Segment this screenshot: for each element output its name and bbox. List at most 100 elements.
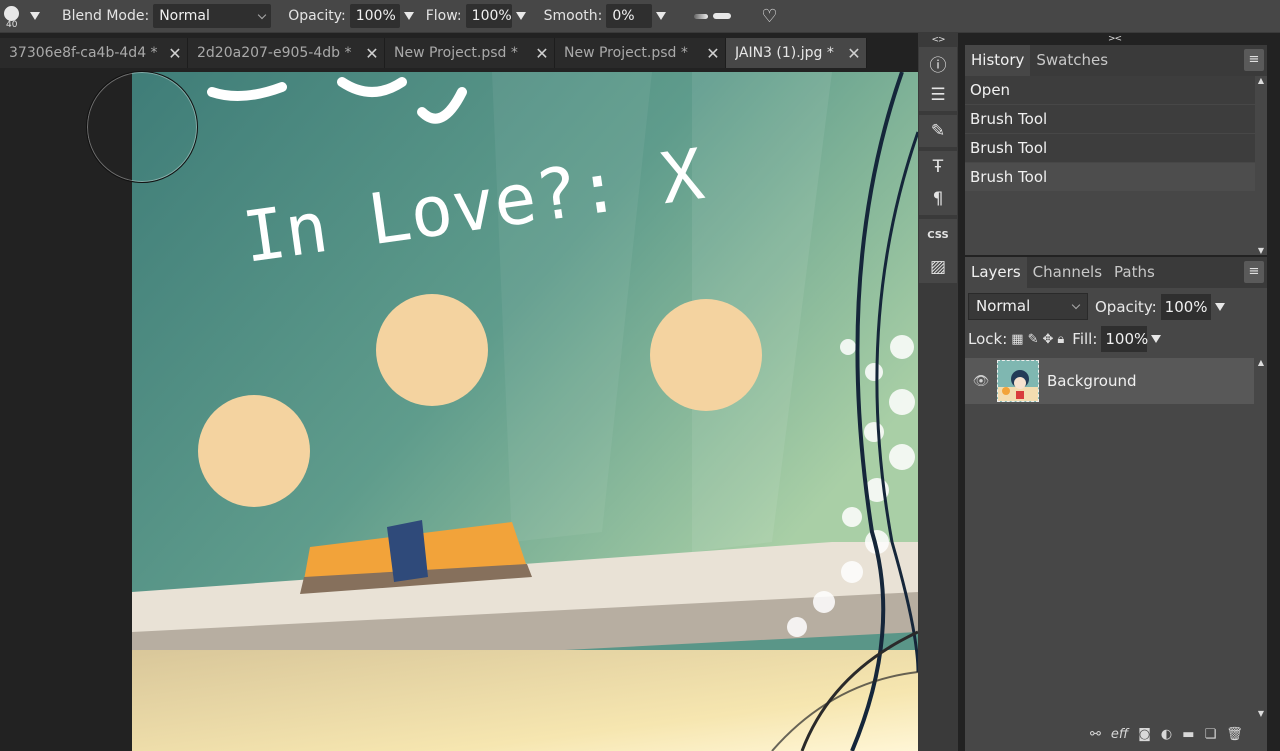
tab-label: New Project.psd * <box>394 45 518 61</box>
opacity-dropdown-icon[interactable] <box>403 12 414 20</box>
fill-label: Fill: <box>1072 330 1098 348</box>
fill-input[interactable]: 100% <box>1101 326 1148 352</box>
tab-label: JAIN3 (1).jpg * <box>735 45 834 61</box>
tab-label: 2d20a207-e905-4db * <box>197 45 352 61</box>
flow-dropdown-icon[interactable] <box>515 12 526 20</box>
scroll-up-icon[interactable]: ▲ <box>1255 358 1267 367</box>
collapse-toggle[interactable]: <> <box>918 33 958 47</box>
history-scrollbar[interactable]: ▲ ▼ <box>1255 76 1267 255</box>
history-item[interactable]: Open <box>965 76 1255 104</box>
fill-dropdown-icon[interactable] <box>1151 335 1162 343</box>
layer-lock-row: Lock: ▦ ✎ ✥ 🔒︎ Fill: 100% <box>968 326 1162 352</box>
smooth-input[interactable]: 0% <box>606 4 653 28</box>
heart-icon[interactable]: ♡ <box>761 6 777 27</box>
character-icon[interactable]: Ŧ <box>919 151 957 183</box>
paragraph-icon[interactable]: ¶ <box>919 183 957 215</box>
history-item[interactable]: Brush Tool <box>965 134 1255 162</box>
layer-blend-mode-select[interactable]: Normal <box>968 293 1088 320</box>
flow-input[interactable]: 100% <box>465 4 512 28</box>
brush-size-value: 40 <box>6 20 18 30</box>
peach-dot <box>198 395 310 507</box>
brush-settings-icon[interactable]: ✎ <box>919 115 957 147</box>
layers-scrollbar[interactable]: ▲ ▼ <box>1255 358 1267 718</box>
toolstrip-group-1: ⓘ ☰ <box>919 47 957 111</box>
document-tabs: 37306e8f-ca4b-4d4 * ✕ 2d20a207-e905-4db … <box>0 38 867 68</box>
brush-preset-picker[interactable]: 40 <box>2 1 26 31</box>
layers-panel-tabs: Layers Channels Paths <box>965 257 1267 288</box>
lock-label: Lock: <box>968 330 1008 348</box>
app-window: 40 Blend Mode: Normal Opacity: 100% Flow… <box>0 0 1280 751</box>
link-layers-icon[interactable]: ⚯ <box>1090 727 1101 742</box>
layer-opacity-input[interactable]: 100% <box>1160 293 1211 320</box>
tab-document-active[interactable]: JAIN3 (1).jpg * ✕ <box>726 38 867 68</box>
layer-name[interactable]: Background <box>1047 372 1137 390</box>
layer-thumbnail-art <box>998 361 1038 401</box>
eye-icon[interactable]: 👁︎ <box>965 374 997 389</box>
info-icon[interactable]: ⓘ <box>919 47 957 79</box>
scroll-down-icon[interactable]: ▼ <box>1255 246 1267 255</box>
toolstrip-group-4: CSS ▨ <box>919 219 957 283</box>
tab-layers[interactable]: Layers <box>965 257 1027 288</box>
panel-menu-icon[interactable]: ≡ <box>1244 49 1264 71</box>
brush-preset-dropdown-icon[interactable] <box>30 12 40 20</box>
lock-transparency-icon[interactable]: ▦ <box>1011 332 1023 347</box>
blend-mode-label: Blend Mode: <box>62 8 150 24</box>
adjustment-layer-icon[interactable]: ◐ <box>1161 727 1172 742</box>
tool-options-bar: 40 Blend Mode: Normal Opacity: 100% Flow… <box>0 0 1280 33</box>
tab-document-3[interactable]: New Project.psd * ✕ <box>385 38 555 68</box>
pressure-opacity-icon[interactable] <box>713 13 732 19</box>
close-icon[interactable]: ✕ <box>360 44 384 63</box>
tab-channels[interactable]: Channels <box>1027 257 1108 288</box>
lock-position-icon[interactable]: ✥ <box>1042 332 1053 347</box>
tab-paths[interactable]: Paths <box>1108 257 1161 288</box>
brush-tip-icon <box>4 6 19 21</box>
blend-mode-select[interactable]: Normal <box>153 4 272 28</box>
layer-thumbnail <box>997 360 1039 402</box>
tab-document-2[interactable]: 2d20a207-e905-4db * ✕ <box>188 38 385 68</box>
history-item[interactable]: Brush Tool <box>965 105 1255 133</box>
close-icon[interactable]: ✕ <box>163 44 187 63</box>
smooth-dropdown-icon[interactable] <box>656 12 667 20</box>
tab-swatches[interactable]: Swatches <box>1030 45 1114 76</box>
delete-layer-icon[interactable]: 🗑︎ <box>1226 727 1243 742</box>
history-list: Open Brush Tool Brush Tool Brush Tool <box>965 76 1255 192</box>
new-layer-icon[interactable]: ❏ <box>1205 727 1217 742</box>
image-icon[interactable]: ▨ <box>919 251 957 283</box>
layer-effects-icon[interactable]: eff <box>1111 727 1128 742</box>
layer-opacity-dropdown-icon[interactable] <box>1214 302 1225 311</box>
adjustments-icon[interactable]: ☰ <box>919 79 957 111</box>
history-panel-tabs: History Swatches <box>965 45 1267 76</box>
history-item[interactable]: Brush Tool <box>965 163 1255 191</box>
close-icon[interactable]: ✕ <box>530 44 554 63</box>
opacity-input[interactable]: 100% <box>349 4 400 28</box>
tab-label: 37306e8f-ca4b-4d4 * <box>9 45 158 61</box>
tab-label: New Project.psd * <box>564 45 688 61</box>
pressure-toggles <box>694 13 732 19</box>
tab-history[interactable]: History <box>965 45 1031 76</box>
lock-all-icon[interactable]: 🔒︎ <box>1057 332 1064 347</box>
layers-panel: Layers Channels Paths ≡ Normal Opacity: … <box>965 257 1267 751</box>
smooth-label: Smooth: <box>543 8 603 24</box>
toolstrip-group-2: ✎ <box>919 115 957 147</box>
opacity-label: Opacity: <box>288 8 346 24</box>
close-icon[interactable]: ✕ <box>842 44 866 63</box>
lock-pixels-icon[interactable]: ✎ <box>1028 332 1039 347</box>
layer-row-background[interactable]: 👁︎ Background <box>965 358 1254 404</box>
scroll-down-icon[interactable]: ▼ <box>1255 709 1267 718</box>
canvas-artwork: In Love?: X <box>132 72 918 751</box>
peach-dot <box>376 294 488 406</box>
layer-mask-icon[interactable]: ◙ <box>1138 727 1151 742</box>
new-group-icon[interactable]: ▬ <box>1182 727 1194 742</box>
css-icon[interactable]: CSS <box>919 219 957 251</box>
history-panel: History Swatches ≡ Open Brush Tool Brush… <box>965 45 1267 255</box>
scroll-up-icon[interactable]: ▲ <box>1255 76 1267 85</box>
flow-label: Flow: <box>425 8 462 24</box>
layer-opacity-label: Opacity: <box>1095 297 1157 316</box>
tab-document-4[interactable]: New Project.psd * ✕ <box>555 38 726 68</box>
tab-document-1[interactable]: 37306e8f-ca4b-4d4 * ✕ <box>0 38 188 68</box>
document-canvas[interactable]: In Love?: X <box>132 72 918 751</box>
close-icon[interactable]: ✕ <box>701 44 725 63</box>
panel-menu-icon[interactable]: ≡ <box>1244 261 1264 283</box>
pressure-size-icon[interactable] <box>694 13 709 19</box>
collapse-panels-toggle[interactable]: >< <box>1108 34 1122 44</box>
